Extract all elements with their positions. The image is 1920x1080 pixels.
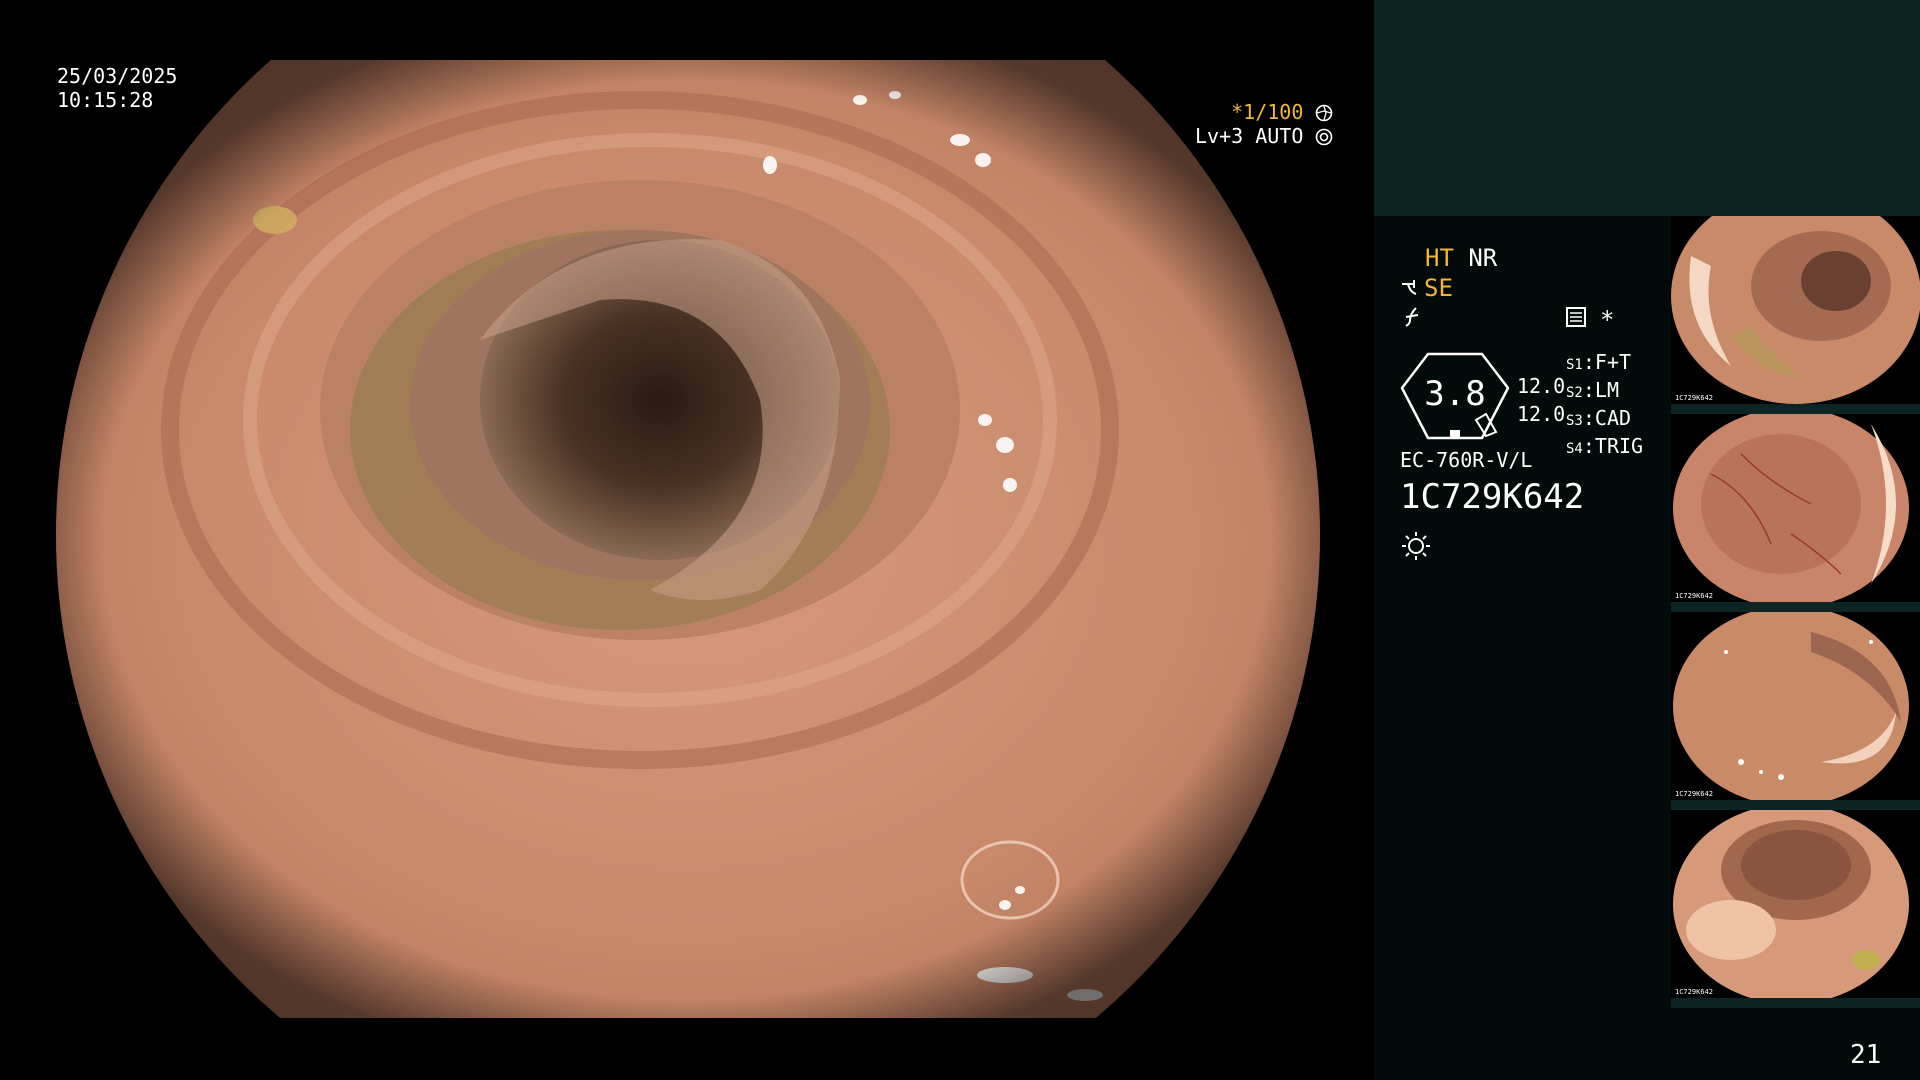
switch-row-3: S3:CAD — [1566, 406, 1632, 430]
pressure-gauge: 3.8 — [1400, 352, 1510, 440]
pump-icon — [1400, 278, 1424, 298]
iris-text: AUTO — [1255, 124, 1304, 148]
value-2: 12.0 — [1517, 402, 1566, 426]
menu-icon — [1565, 306, 1587, 328]
date-text: 25/03/2025 — [57, 64, 178, 88]
datetime-display: 25/03/2025 10:15:28 — [57, 64, 177, 112]
value-1: 12.0 — [1517, 374, 1566, 398]
shutter-icon — [1315, 104, 1333, 122]
thumbnail-1-serial: 1C729K642 — [1675, 394, 1713, 402]
iris-icon — [1315, 128, 1333, 146]
thumbnail-4-serial: 1C729K642 — [1675, 988, 1713, 996]
nr-label: NR — [1468, 244, 1498, 272]
scope-model: EC-760R-V/L — [1400, 448, 1533, 472]
switch-row-4: S4:TRIG — [1566, 434, 1644, 458]
thumbnail-3[interactable]: 1C729K642 18 — [1671, 612, 1920, 810]
light-icon — [1400, 530, 1432, 562]
shutter-text: *1/100 — [1231, 100, 1304, 124]
ht-label: HT — [1425, 244, 1454, 272]
thumbnail-4[interactable]: 1C729K642 17 — [1671, 810, 1920, 1008]
endoscope-image — [56, 60, 1320, 1018]
thumbnail-4-index: 17 — [1907, 1006, 1915, 1008]
level-text: Lv+3 — [1195, 124, 1244, 148]
thumbnail-1[interactable]: 1C729K642 20 — [1671, 216, 1920, 414]
time-text: 10:15:28 — [57, 88, 154, 112]
se-status: SE — [1400, 274, 1453, 302]
cut-icon — [1402, 306, 1424, 328]
thumbnail-3-serial: 1C729K642 — [1675, 790, 1713, 798]
thumbnail-2-serial: 1C729K642 — [1675, 592, 1713, 600]
exposure-display: *1/100 Lv+3 AUTO — [1195, 100, 1333, 148]
thumbnail-2[interactable]: 1C729K642 19 — [1671, 414, 1920, 612]
switch-row-2: S2:LM — [1566, 378, 1619, 402]
se-label: SE — [1424, 274, 1453, 302]
switch-assignments: S1:F+T S2:LM S3:CAD S4:TRIG — [1566, 350, 1643, 462]
page-number: 21 — [1850, 1040, 1882, 1070]
ht-nr-status: HT NR — [1425, 244, 1497, 272]
switch-row-1: S1:F+T — [1566, 350, 1632, 374]
gauge-value: 3.8 — [1424, 374, 1486, 414]
scope-serial: 1C729K642 — [1400, 477, 1585, 517]
info-panel-header — [1374, 0, 1920, 216]
pressure-values: 12.0 12.0 — [1517, 372, 1565, 428]
star-indicator: * — [1600, 306, 1615, 334]
endoscope-view: 25/03/2025 10:15:28 *1/100 Lv+3 AUTO — [0, 0, 1373, 1080]
